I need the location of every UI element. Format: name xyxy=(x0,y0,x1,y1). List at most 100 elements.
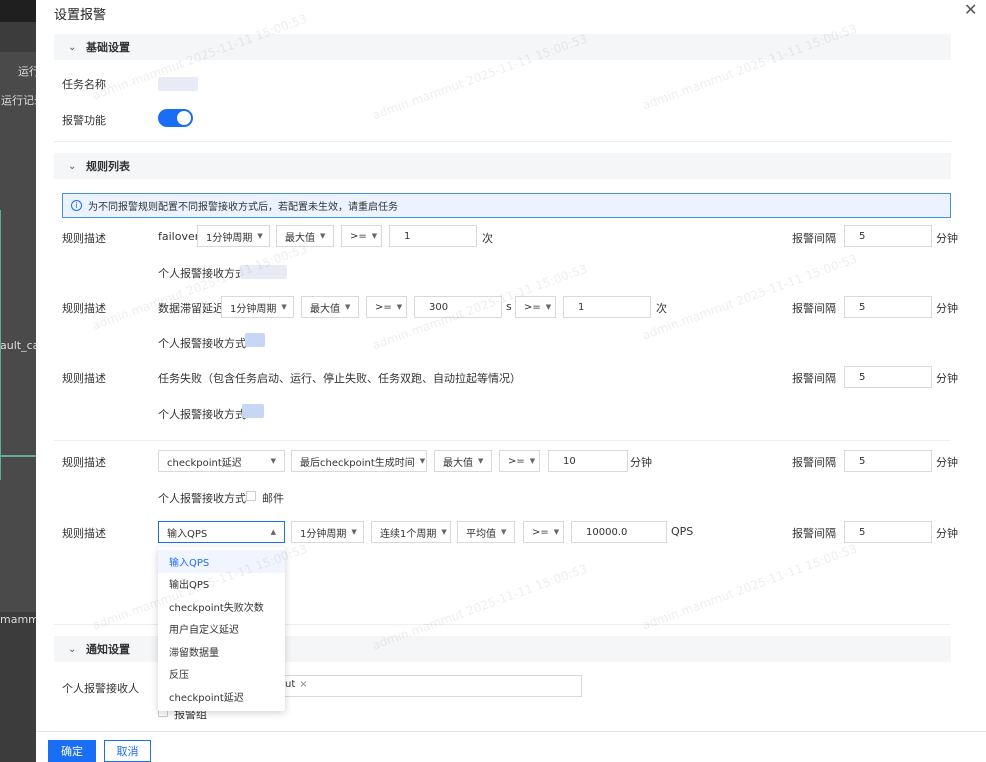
caret-down-icon: ▼ xyxy=(419,457,426,465)
rule2-op-select[interactable]: >= ▼ xyxy=(366,296,407,318)
rule2-period-select[interactable]: 1分钟周期 ▼ xyxy=(221,296,294,318)
rule5-period-select[interactable]: 1分钟周期 ▼ xyxy=(291,521,364,543)
dropdown-option[interactable]: checkpoint失败次数 xyxy=(158,595,285,618)
rule1-unit: 次 xyxy=(482,232,493,245)
rule2-interval-input[interactable]: 5 xyxy=(844,296,932,318)
drawer-title: 设置报警 xyxy=(54,8,107,23)
background-label-mammu: mammu xyxy=(0,613,36,626)
rule4-unit: 分钟 xyxy=(630,456,652,469)
rule2-value2-input[interactable]: 1 xyxy=(563,296,651,318)
rule2-value-input[interactable]: 300 xyxy=(414,296,502,318)
section-notify-title: 通知设置 xyxy=(86,643,130,656)
info-icon: i xyxy=(71,200,82,211)
rule5-op-select[interactable]: >= ▼ xyxy=(523,521,564,543)
rule2-metric: 数据滞留延迟 xyxy=(158,302,224,315)
rule5-cycles-value: 连续1个周期 xyxy=(380,528,437,540)
rule2-desc-label: 规则描述 xyxy=(62,302,106,315)
rule2-unit: 次 xyxy=(656,302,667,315)
section-rules-title: 规则列表 xyxy=(86,160,130,173)
rule3-receive-options[interactable] xyxy=(242,404,264,418)
section-basic-title: 基础设置 xyxy=(86,41,130,54)
background-label-run-record: 运行记录 xyxy=(1,94,36,107)
rule4-interval-input[interactable]: 5 xyxy=(844,450,932,472)
caret-down-icon: ▼ xyxy=(441,528,447,536)
rule3-desc-label: 规则描述 xyxy=(62,372,106,385)
rule5-unit: QPS xyxy=(671,525,694,538)
watermark: admin.mammut 2025-11-11 15:00:53 xyxy=(640,251,859,343)
rule1-op-value: >= xyxy=(350,230,367,242)
rule2-interval-label: 报警间隔 xyxy=(792,302,836,315)
receiver-tag-text: ut xyxy=(285,679,296,690)
dropdown-option[interactable]: 反压 xyxy=(158,663,285,686)
rule5-cycles-select[interactable]: 连续1个周期 ▼ xyxy=(371,521,451,543)
dropdown-option[interactable]: 滞留数据量 xyxy=(158,640,285,663)
background-topbar xyxy=(0,0,36,22)
rule4-interval-label: 报警间隔 xyxy=(792,456,836,469)
rule1-receive-options[interactable] xyxy=(240,265,287,279)
rule2-interval-unit: 分钟 xyxy=(936,302,958,315)
tag-close-icon[interactable]: × xyxy=(299,679,307,690)
watermark: admin.mammut 2025-11-11 15:00:53 xyxy=(90,241,309,333)
alert-toggle[interactable] xyxy=(158,109,193,127)
rule4-agg-value: 最大值 xyxy=(443,457,473,469)
rule1-op-select[interactable]: >= ▼ xyxy=(341,225,382,247)
rule5-agg-select[interactable]: 平均值 ▼ xyxy=(457,521,515,543)
rule4-agg-select[interactable]: 最大值 ▼ xyxy=(434,450,492,472)
caret-down-icon: ▼ xyxy=(478,457,484,465)
rule2-agg-select[interactable]: 最大值 ▼ xyxy=(301,296,359,318)
rule4-metric-value: checkpoint延迟 xyxy=(167,457,242,469)
rule5-interval-input[interactable]: 5 xyxy=(844,521,932,543)
rule1-interval-label: 报警间隔 xyxy=(792,232,836,245)
confirm-button[interactable]: 确定 xyxy=(48,740,96,762)
caret-down-icon: ▼ xyxy=(281,303,287,311)
rule4-email-checkbox[interactable] xyxy=(246,491,256,501)
section-rules-header[interactable]: ⌄ 规则列表 xyxy=(54,153,951,179)
caret-down-icon: ▼ xyxy=(396,303,403,311)
dropdown-option[interactable]: 用户自定义延迟 xyxy=(158,618,285,641)
rule5-value-input[interactable]: 10000.0 xyxy=(571,521,667,543)
rule4-op-value: >= xyxy=(508,455,525,467)
cancel-button[interactable]: 取消 xyxy=(104,740,151,762)
rule2-receive-label: 个人报警接收方式 xyxy=(158,337,246,350)
dropdown-option[interactable]: 输出QPS xyxy=(158,573,285,596)
caret-down-icon: ▼ xyxy=(320,232,326,240)
rule2-op2-select[interactable]: >= ▼ xyxy=(515,296,556,318)
rule1-period-value: 1分钟周期 xyxy=(206,232,253,244)
rule5-interval-unit: 分钟 xyxy=(936,527,958,540)
divider xyxy=(54,440,951,441)
dropdown-option[interactable]: 输入QPS xyxy=(158,550,285,573)
rule1-agg-select[interactable]: 最大值 ▼ xyxy=(276,225,334,247)
rule5-period-value: 1分钟周期 xyxy=(300,528,347,540)
rule4-value-input[interactable]: 10 xyxy=(548,450,628,472)
rule1-interval-input[interactable]: 5 xyxy=(844,225,932,247)
drawer-footer xyxy=(36,731,986,762)
rule4-interval-unit: 分钟 xyxy=(936,456,958,469)
close-icon[interactable]: ✕ xyxy=(964,0,977,19)
rule4-metric-select[interactable]: checkpoint延迟 ▼ xyxy=(158,450,285,472)
background-chart-line xyxy=(0,455,36,457)
background-chart xyxy=(0,210,36,480)
task-name-label: 任务名称 xyxy=(62,78,106,91)
metric-dropdown-menu: 输入QPS 输出QPS checkpoint失败次数 用户自定义延迟 滞留数据量… xyxy=(158,547,285,711)
caret-up-icon: ▲ xyxy=(270,528,276,536)
background-app: 运行 运行记录 ault_cat mammu xyxy=(0,0,36,762)
rule1-value-input[interactable]: 1 xyxy=(389,225,477,247)
dropdown-option[interactable]: checkpoint延迟 xyxy=(158,685,285,708)
rule5-metric-select[interactable]: 输入QPS ▲ xyxy=(158,521,285,543)
rule4-op-select[interactable]: >= ▼ xyxy=(499,450,540,472)
rule1-period-select[interactable]: 1分钟周期 ▼ xyxy=(197,225,270,247)
rule1-desc-label: 规则描述 xyxy=(62,232,106,245)
caret-down-icon: ▼ xyxy=(545,303,552,311)
toggle-knob xyxy=(177,111,191,125)
rule3-interval-input[interactable]: 5 xyxy=(844,366,932,388)
rule4-email-label: 邮件 xyxy=(262,492,284,505)
divider xyxy=(54,141,951,142)
chevron-down-icon: ⌄ xyxy=(68,160,77,172)
rule5-op-value: >= xyxy=(532,526,549,538)
rule4-sub-select[interactable]: 最后checkpoint生成时间 ▼ xyxy=(291,450,427,472)
rule4-sub-value: 最后checkpoint生成时间 xyxy=(300,457,415,469)
rule5-metric-value: 输入QPS xyxy=(167,528,208,540)
background-label-run: 运行 xyxy=(18,65,36,78)
section-basic-header[interactable]: ⌄ 基础设置 xyxy=(54,34,951,60)
rule2-receive-options[interactable] xyxy=(245,333,265,347)
